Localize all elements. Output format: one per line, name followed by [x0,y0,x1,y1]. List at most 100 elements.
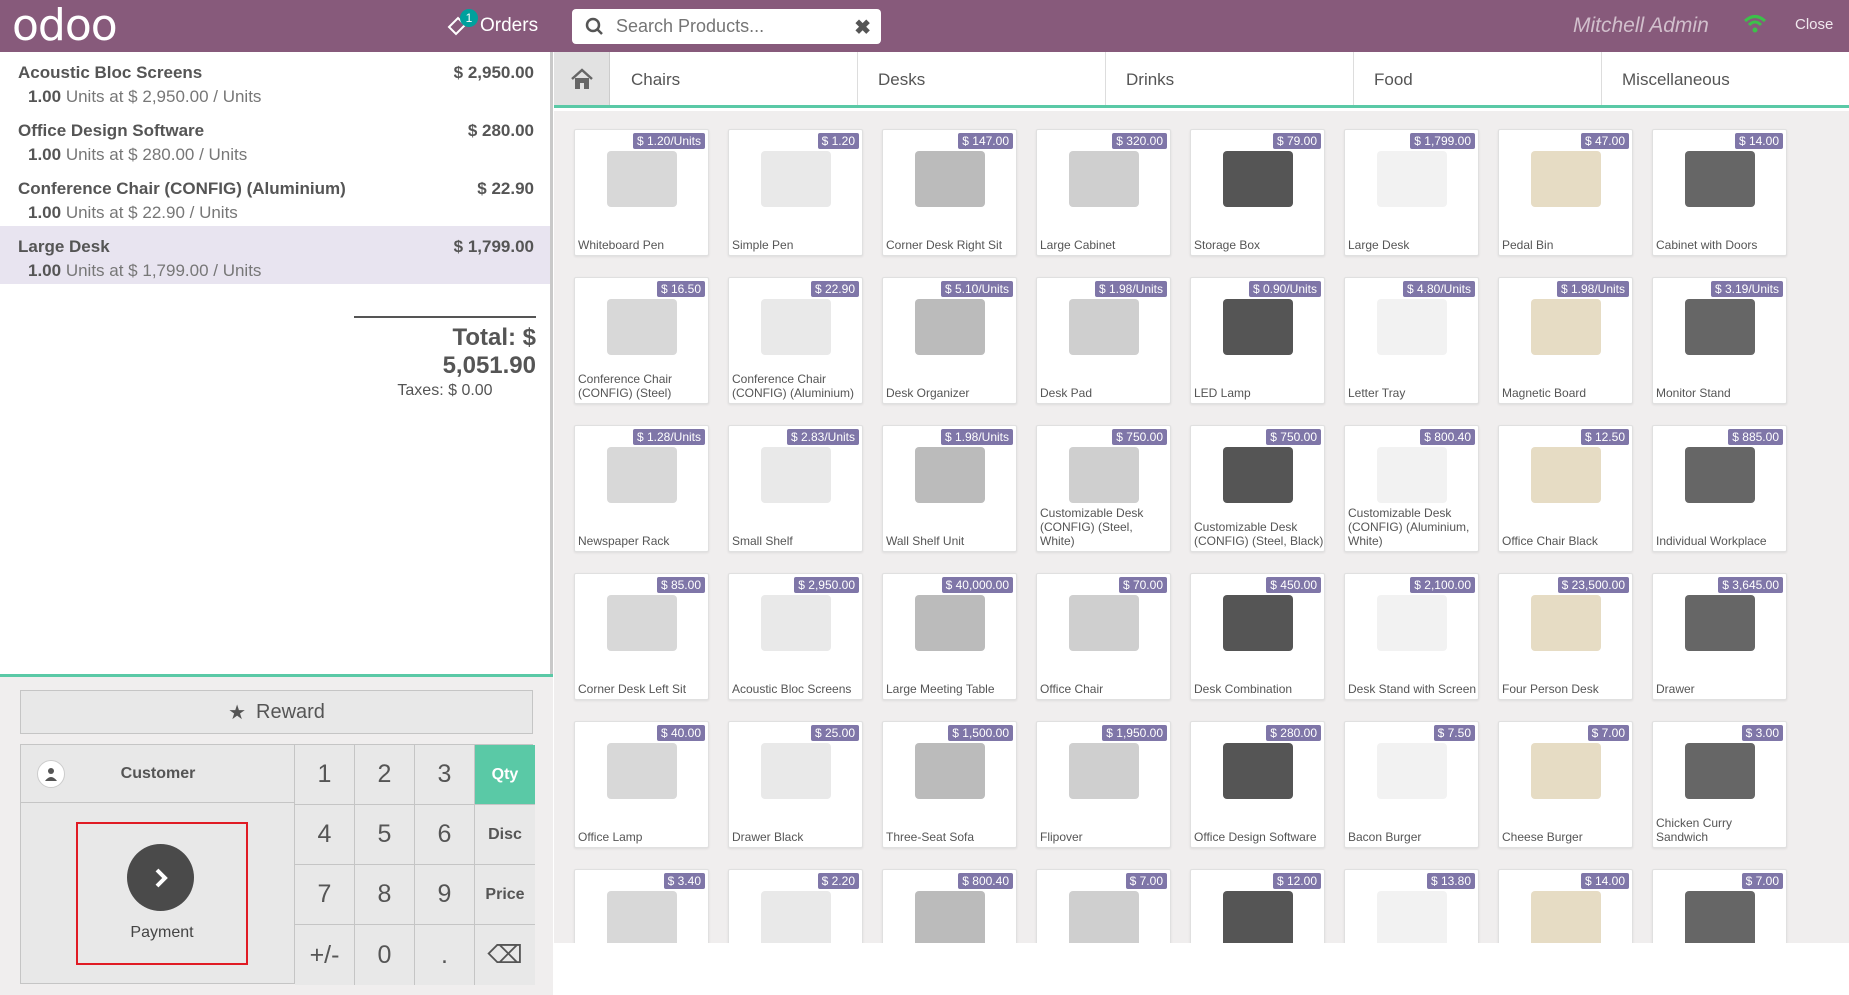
orderline[interactable]: Conference Chair (CONFIG) (Aluminium) $ … [0,168,550,226]
category-desks[interactable]: Desks [858,52,1106,105]
product-card[interactable]: $ 1,799.00 Large Desk [1344,129,1479,256]
clear-search-icon[interactable]: ✖ [854,15,871,40]
product-card[interactable]: $ 3.40 [574,869,709,943]
product-card[interactable]: $ 16.50 Conference Chair (CONFIG) (Steel) [574,277,709,404]
payment-button[interactable]: Payment [76,822,248,965]
close-button[interactable]: Close [1795,16,1833,33]
product-card[interactable]: $ 885.00 Individual Workplace [1652,425,1787,552]
product-card[interactable]: $ 750.00 Customizable Desk (CONFIG) (Stee… [1190,425,1325,552]
numpad-key-2[interactable]: 2 [355,745,415,805]
category-food[interactable]: Food [1354,52,1602,105]
product-card[interactable]: $ 12.00 [1190,869,1325,943]
product-price-tag: $ 2.83/Units [786,429,859,445]
disc-mode-button[interactable]: Disc [475,805,535,865]
product-price-tag: $ 79.00 [1272,133,1321,149]
product-card[interactable]: $ 1.28/Units Newspaper Rack [574,425,709,552]
product-card[interactable]: $ 147.00 Corner Desk Right Sit [882,129,1017,256]
payment-label: Payment [130,924,194,941]
category-miscellaneous[interactable]: Miscellaneous [1602,52,1849,105]
product-thumbnail [606,595,677,651]
product-card[interactable]: $ 4.80/Units Letter Tray [1344,277,1479,404]
star-icon: ★ [228,701,246,724]
search-input[interactable] [616,16,846,37]
product-card[interactable]: $ 1.98/Units Desk Pad [1036,277,1171,404]
product-card[interactable]: $ 750.00 Customizable Desk (CONFIG) (Stee… [1036,425,1171,552]
category-drinks[interactable]: Drinks [1106,52,1354,105]
product-card[interactable]: $ 47.00 Pedal Bin [1498,129,1633,256]
product-card[interactable]: $ 14.00 [1498,869,1633,943]
product-card[interactable]: $ 450.00 Desk Combination [1190,573,1325,700]
reward-button[interactable]: ★ Reward [20,690,533,734]
orderline[interactable]: Acoustic Bloc Screens $ 2,950.00 1.00 Un… [0,52,550,110]
numpad-key-0[interactable]: 0 [355,925,415,985]
qty-mode-button[interactable]: Qty [475,745,535,805]
product-card[interactable]: $ 1.20 Simple Pen [728,129,863,256]
product-card[interactable]: $ 40,000.00 Large Meeting Table [882,573,1017,700]
numpad-key-4[interactable]: 4 [295,805,355,865]
product-price-tag: $ 16.50 [656,281,705,297]
numpad-key-sign[interactable]: +/- [295,925,355,985]
product-card[interactable]: $ 0.90/Units LED Lamp [1190,277,1325,404]
numpad-key-7[interactable]: 7 [295,865,355,925]
orderline-qty: 1.00 [28,261,62,280]
product-card[interactable]: $ 2,100.00 Desk Stand with Screen [1344,573,1479,700]
home-category-button[interactable] [554,52,610,105]
orderline-unit-info: Units at $ 2,950.00 / Units [65,87,262,106]
product-thumbnail [914,447,985,503]
product-card[interactable]: $ 320.00 Large Cabinet [1036,129,1171,256]
product-card[interactable]: $ 22.90 Conference Chair (CONFIG) (Alumin… [728,277,863,404]
product-card[interactable]: $ 2.83/Units Small Shelf [728,425,863,552]
customer-button[interactable]: Customer [21,745,295,803]
product-card[interactable]: $ 3.19/Units Monitor Stand [1652,277,1787,404]
product-card[interactable]: $ 800.40 [882,869,1017,943]
product-card[interactable]: $ 3.00 Chicken Curry Sandwich [1652,721,1787,848]
product-card[interactable]: $ 7.50 Bacon Burger [1344,721,1479,848]
product-card[interactable]: $ 7.00 [1652,869,1787,943]
product-card[interactable]: $ 14.00 Cabinet with Doors [1652,129,1787,256]
product-card[interactable]: $ 40.00 Office Lamp [574,721,709,848]
orderline-selected[interactable]: Large Desk $ 1,799.00 1.00 Units at $ 1,… [0,226,550,284]
product-card[interactable]: $ 3,645.00 Drawer [1652,573,1787,700]
numpad-key-dot[interactable]: . [415,925,475,985]
product-card[interactable]: $ 85.00 Corner Desk Left Sit [574,573,709,700]
orderline[interactable]: Office Design Software $ 280.00 1.00 Uni… [0,110,550,168]
category-chairs[interactable]: Chairs [611,52,858,105]
product-name: Individual Workplace [1656,534,1767,548]
product-card[interactable]: $ 1,950.00 Flipover [1036,721,1171,848]
numpad-key-9[interactable]: 9 [415,865,475,925]
product-card[interactable]: $ 1.20/Units Whiteboard Pen [574,129,709,256]
product-thumbnail [914,595,985,651]
numpad-key-1[interactable]: 1 [295,745,355,805]
product-card[interactable]: $ 12.50 Office Chair Black [1498,425,1633,552]
product-card[interactable]: $ 280.00 Office Design Software [1190,721,1325,848]
orderline-info: 1.00 Units at $ 280.00 / Units [28,145,247,165]
product-card[interactable]: $ 79.00 Storage Box [1190,129,1325,256]
product-card[interactable]: $ 2.20 [728,869,863,943]
product-card[interactable]: $ 7.00 [1036,869,1171,943]
product-name: Customizable Desk (CONFIG) (Aluminium, W… [1348,506,1470,548]
product-card[interactable]: $ 1.98/Units Wall Shelf Unit [882,425,1017,552]
numpad-key-8[interactable]: 8 [355,865,415,925]
numpad-key-6[interactable]: 6 [415,805,475,865]
product-card[interactable]: $ 7.00 Cheese Burger [1498,721,1633,848]
backspace-button[interactable]: ⌫ [475,925,535,985]
product-card[interactable]: $ 13.80 [1344,869,1479,943]
product-card[interactable]: $ 800.40 Customizable Desk (CONFIG) (Alum… [1344,425,1479,552]
product-name: Corner Desk Right Sit [886,238,1003,252]
product-price-tag: $ 3.40 [663,873,705,889]
product-card[interactable]: $ 1,500.00 Three-Seat Sofa [882,721,1017,848]
product-card[interactable]: $ 25.00 Drawer Black [728,721,863,848]
product-card[interactable]: $ 5.10/Units Desk Organizer [882,277,1017,404]
product-card[interactable]: $ 2,950.00 Acoustic Bloc Screens [728,573,863,700]
product-name: Cheese Burger [1502,830,1583,844]
product-card[interactable]: $ 1.98/Units Magnetic Board [1498,277,1633,404]
product-card[interactable]: $ 23,500.00 Four Person Desk [1498,573,1633,700]
product-thumbnail [914,743,985,799]
orders-button[interactable]: 1 Orders [446,9,538,40]
category-bar: Chairs Desks Drinks Food Miscellaneous [554,52,1849,108]
numpad-key-3[interactable]: 3 [415,745,475,805]
numpad-key-5[interactable]: 5 [355,805,415,865]
user-name[interactable]: Mitchell Admin [1573,14,1709,38]
product-card[interactable]: $ 70.00 Office Chair [1036,573,1171,700]
price-mode-button[interactable]: Price [475,865,535,925]
